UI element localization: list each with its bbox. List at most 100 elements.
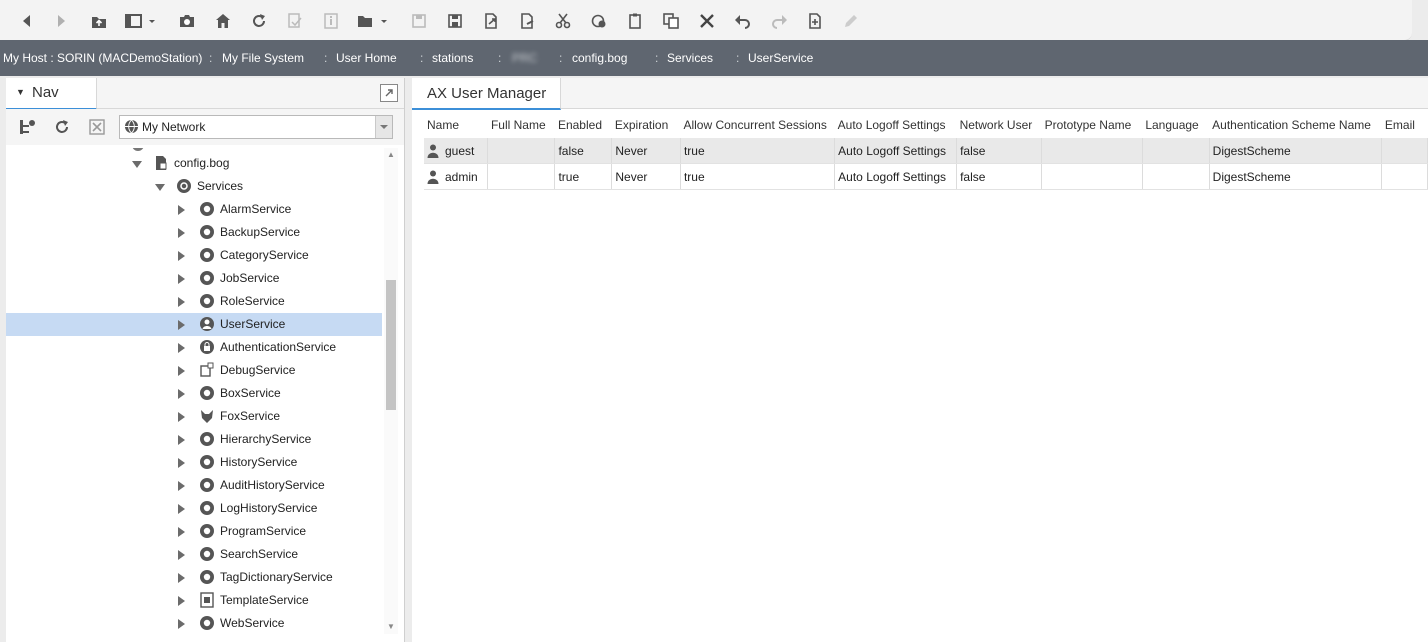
tree-item-foxservice[interactable]: FoxService <box>6 405 382 428</box>
tree-item-tagdictionaryservice[interactable]: TagDictionaryService <box>6 566 382 589</box>
cut-icon[interactable] <box>552 10 574 32</box>
column-header[interactable]: Email <box>1381 112 1428 138</box>
nav-tab[interactable]: ▼ Nav <box>6 78 97 110</box>
paste-icon[interactable] <box>624 10 646 32</box>
column-header[interactable]: Full Name <box>487 112 555 138</box>
new-file-icon[interactable] <box>804 10 826 32</box>
collapse-triangle-icon[interactable] <box>155 184 165 191</box>
tree-item-hierarchyservice[interactable]: HierarchyService <box>6 428 382 451</box>
open-folder-icon[interactable] <box>356 10 392 32</box>
tree-item-debugservice[interactable]: DebugService <box>6 359 382 382</box>
table-row[interactable]: guest false Never true Auto Logoff Settings f… <box>424 138 1428 164</box>
column-header[interactable]: Expiration <box>611 112 681 138</box>
tree-item-templateservice[interactable]: TemplateService <box>6 589 382 612</box>
expand-triangle-icon[interactable] <box>178 527 185 537</box>
scroll-down-icon[interactable]: ▼ <box>387 622 395 631</box>
tree-item-webservice[interactable]: WebService <box>6 612 382 635</box>
refresh-icon[interactable] <box>248 10 270 32</box>
import-icon[interactable] <box>516 10 538 32</box>
expand-triangle-icon[interactable] <box>178 504 185 514</box>
tree-item-categoryservice[interactable]: CategoryService <box>6 244 382 267</box>
save-icon[interactable] <box>408 10 430 32</box>
expand-triangle-icon[interactable] <box>178 596 185 606</box>
expand-triangle-icon[interactable] <box>178 205 185 215</box>
crumb-station[interactable]: PRC <box>512 51 537 65</box>
tree-item-audithistoryservice[interactable]: AuditHistoryService <box>6 474 382 497</box>
side-bar-icon[interactable] <box>124 10 160 32</box>
snapshot-icon[interactable] <box>176 10 198 32</box>
forward-icon[interactable] <box>50 10 72 32</box>
copy-icon[interactable] <box>588 10 610 32</box>
column-header[interactable]: Prototype Name <box>1041 112 1143 138</box>
duplicate-icon[interactable] <box>660 10 682 32</box>
tree-scroll-thumb[interactable] <box>386 280 396 410</box>
column-header[interactable]: Auto Logoff Settings <box>834 112 957 138</box>
undo-icon[interactable] <box>732 10 754 32</box>
expand-triangle-icon[interactable] <box>178 550 185 560</box>
tree-item-programservice[interactable]: ProgramService <box>6 520 382 543</box>
column-header[interactable]: Network User <box>956 112 1042 138</box>
expand-triangle-icon[interactable] <box>178 573 185 583</box>
column-header[interactable]: Language <box>1142 112 1210 138</box>
column-header[interactable]: Allow Concurrent Sessions <box>680 112 835 138</box>
expand-triangle-icon[interactable] <box>178 619 185 629</box>
expand-triangle-icon[interactable] <box>178 435 185 445</box>
network-select[interactable]: My Network <box>119 115 393 139</box>
expand-triangle-icon[interactable] <box>178 297 185 307</box>
tree-item-boxservice[interactable]: BoxService <box>6 382 382 405</box>
expand-triangle-icon[interactable] <box>178 412 185 422</box>
tree-item-historyservice[interactable]: HistoryService <box>6 451 382 474</box>
home-icon[interactable] <box>212 10 234 32</box>
tree-item-searchservice[interactable]: SearchService <box>6 543 382 566</box>
caret-down-icon[interactable]: ▼ <box>16 87 25 97</box>
expand-triangle-icon[interactable] <box>178 320 185 330</box>
expand-triangle-icon[interactable] <box>178 389 185 399</box>
collapse-triangle-icon[interactable] <box>132 161 142 168</box>
back-icon[interactable] <box>16 10 38 32</box>
chevron-down-icon[interactable] <box>375 116 392 138</box>
tree-item-config.bog[interactable]: config.bog <box>6 152 382 175</box>
column-header[interactable]: Authentication Scheme Name <box>1209 112 1382 138</box>
delete-icon[interactable] <box>696 10 718 32</box>
crumb-file-system[interactable]: My File System <box>222 51 304 65</box>
crumb-services[interactable]: Services <box>667 51 713 65</box>
tree-item-alarmservice[interactable]: AlarmService <box>6 198 382 221</box>
crumb-config[interactable]: config.bog <box>572 51 627 65</box>
tree-item-jobservice[interactable]: JobService <box>6 267 382 290</box>
column-header[interactable]: Name <box>424 112 488 138</box>
tree-item-authenticationservice[interactable]: AuthenticationService <box>6 336 382 359</box>
tab-ax-user-manager[interactable]: AX User Manager <box>412 78 561 110</box>
column-header[interactable]: Enabled <box>554 112 612 138</box>
info-icon[interactable] <box>320 10 342 32</box>
edit-icon[interactable] <box>840 10 862 32</box>
table-cell: false <box>956 138 1043 164</box>
refresh-icon[interactable] <box>53 118 71 136</box>
expand-triangle-icon[interactable] <box>178 228 185 238</box>
expand-triangle-icon[interactable] <box>178 274 185 284</box>
export-icon[interactable] <box>480 10 502 32</box>
save-all-icon[interactable] <box>444 10 466 32</box>
redo-icon[interactable] <box>768 10 790 32</box>
expand-triangle-icon[interactable] <box>178 481 185 491</box>
expand-triangle-icon[interactable] <box>178 343 185 353</box>
expand-triangle-icon[interactable] <box>178 251 185 261</box>
crumb-user-service[interactable]: UserService <box>748 51 813 65</box>
crumb-user-home[interactable]: User Home <box>336 51 397 65</box>
expand-icon[interactable] <box>380 84 398 102</box>
tree-item-services[interactable]: Services <box>6 175 382 198</box>
tree-item-userservice[interactable]: UserService <box>6 313 382 336</box>
crumb-stations[interactable]: stations <box>432 51 473 65</box>
tree-sync-icon[interactable] <box>18 118 36 136</box>
tree-item-backupservice[interactable]: BackupService <box>6 221 382 244</box>
job-icon <box>200 271 214 285</box>
scroll-up-icon[interactable]: ▲ <box>387 150 395 159</box>
up-level-icon[interactable] <box>88 10 110 32</box>
close-icon[interactable] <box>88 118 106 136</box>
expand-triangle-icon[interactable] <box>178 458 185 468</box>
disabled-icon[interactable] <box>284 10 306 32</box>
tree-item-loghistoryservice[interactable]: LogHistoryService <box>6 497 382 520</box>
tree-item-roleservice[interactable]: RoleService <box>6 290 382 313</box>
crumb-host[interactable]: My Host : SORIN (MACDemoStation) <box>3 51 202 65</box>
table-row[interactable]: admin true Never true Auto Logoff Settings fa… <box>424 163 1428 190</box>
expand-triangle-icon[interactable] <box>178 366 185 376</box>
